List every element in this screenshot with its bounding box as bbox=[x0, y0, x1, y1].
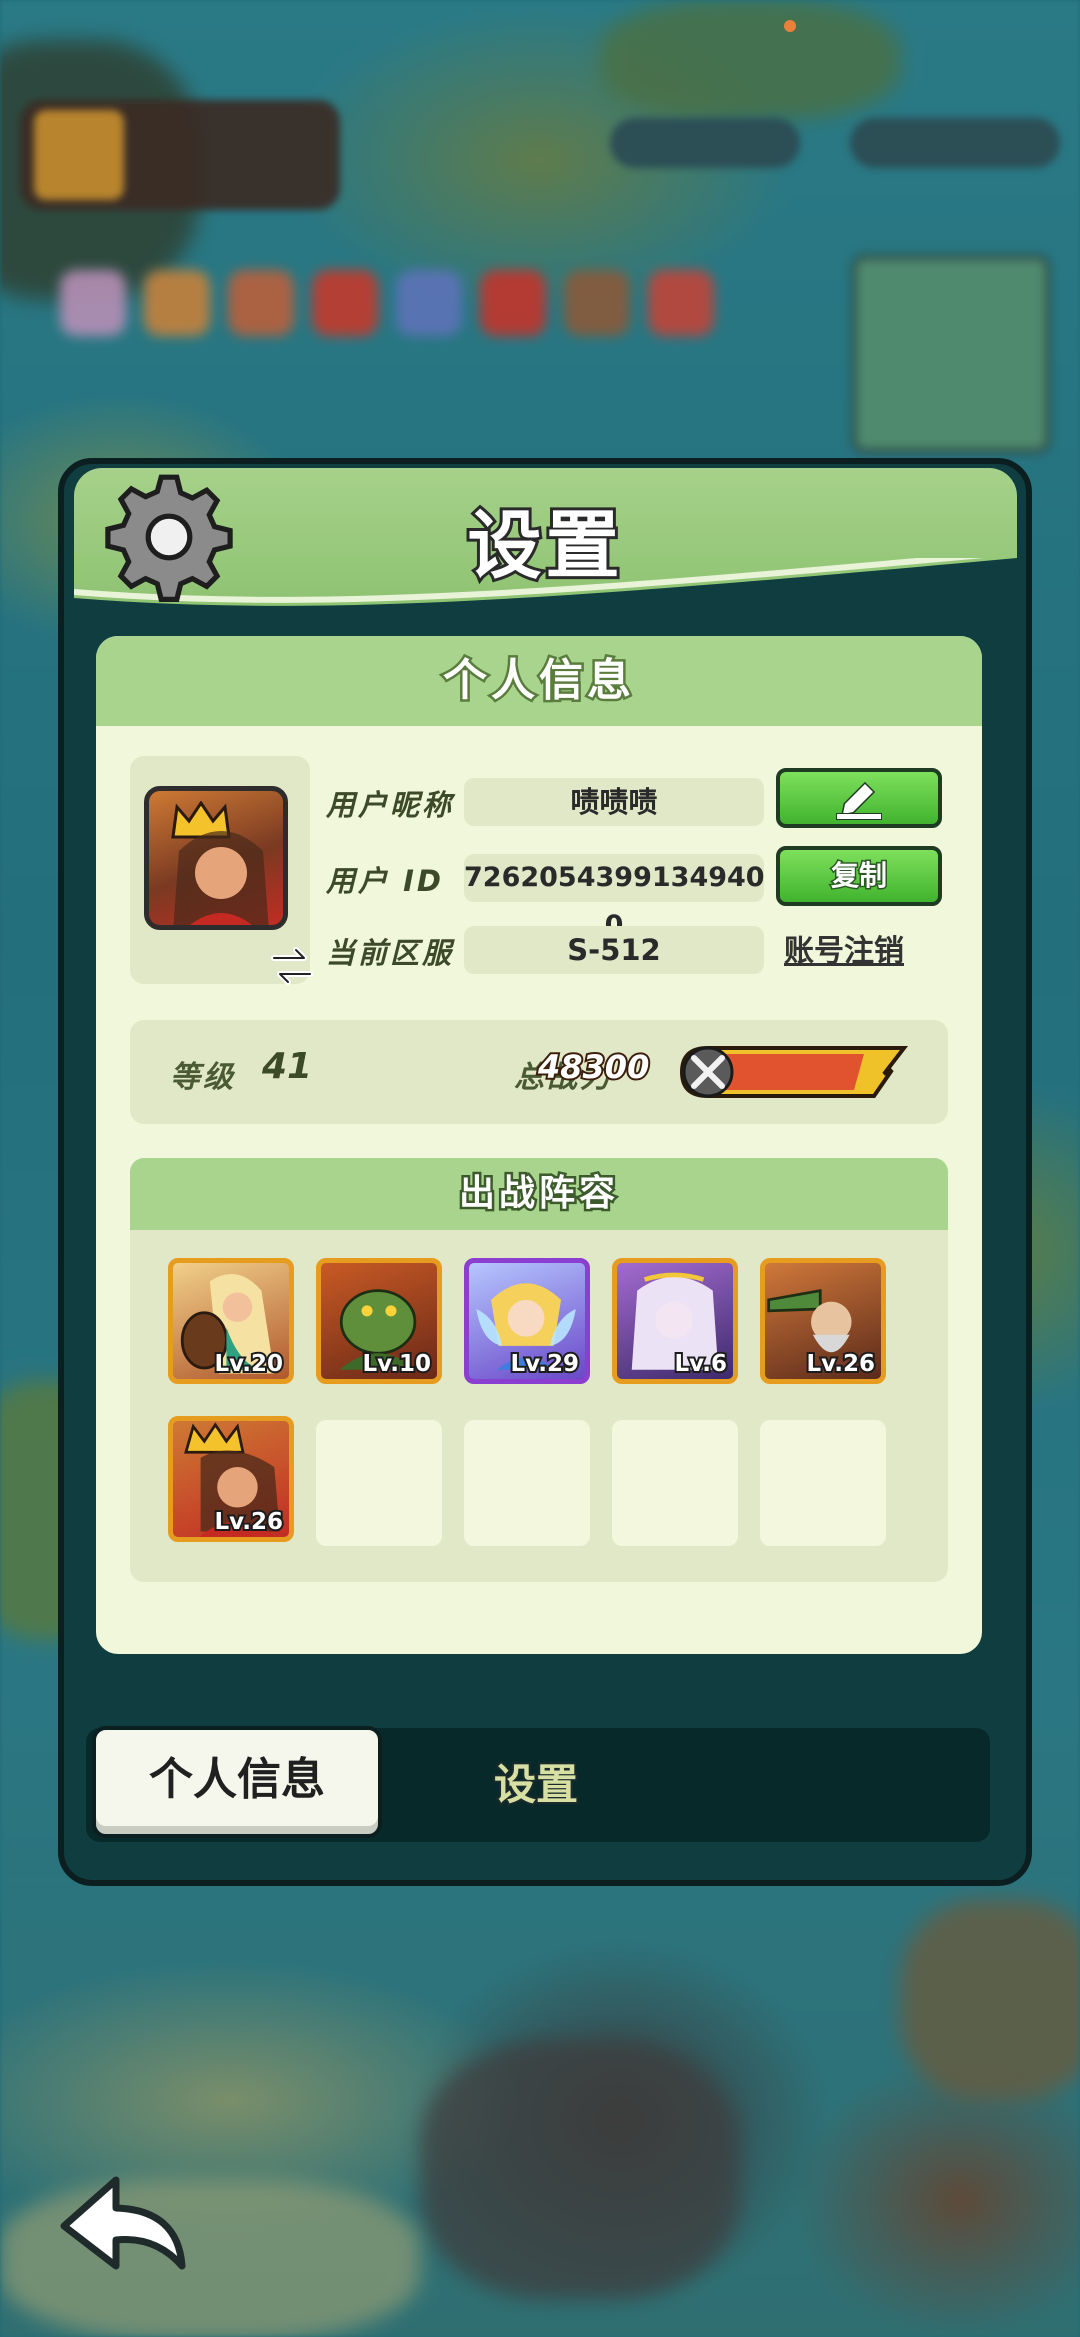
delete-account-link[interactable]: 账号注销 bbox=[784, 926, 904, 970]
nickname-label: 用户昵称 bbox=[326, 788, 455, 822]
tab-personal-info[interactable]: 个人信息 bbox=[92, 1726, 382, 1838]
server-label: 当前区服 bbox=[326, 936, 455, 970]
server-field: S-512 bbox=[464, 926, 764, 974]
hero-portrait bbox=[173, 831, 269, 925]
back-arrow-icon[interactable] bbox=[56, 2170, 196, 2280]
hero-slot[interactable]: Lv.6 bbox=[612, 1258, 738, 1384]
power-value: 48300 bbox=[536, 1046, 651, 1088]
uid-label: 用户 ID bbox=[326, 864, 444, 898]
hero-slot[interactable]: Lv.26 bbox=[760, 1258, 886, 1384]
crossed-swords-icon bbox=[682, 1046, 734, 1098]
status-dot bbox=[784, 20, 796, 32]
resource-bar-blurred bbox=[610, 118, 800, 168]
empty-hero-slot[interactable] bbox=[464, 1420, 590, 1546]
hero-level: Lv.26 bbox=[804, 1349, 877, 1379]
minimap-blurred bbox=[852, 255, 1050, 453]
empty-hero-slot[interactable] bbox=[760, 1420, 886, 1546]
lineup-title: 出战阵容 bbox=[130, 1158, 948, 1230]
hero-slot[interactable]: Lv.20 bbox=[168, 1258, 294, 1384]
personal-info-panel: 个人信息 用户昵称 啧啧啧 用户 ID 7262054399134940​0 复… bbox=[96, 636, 982, 1654]
panel-title: 个人信息 bbox=[96, 636, 982, 726]
modal-header: 设置 bbox=[74, 468, 1017, 618]
hero-slot[interactable]: Lv.10 bbox=[316, 1258, 442, 1384]
hero-level: Lv.10 bbox=[360, 1349, 433, 1379]
stats-bar: 等级 41 总战力 48300 bbox=[130, 1020, 948, 1124]
empty-hero-slot[interactable] bbox=[612, 1420, 738, 1546]
player-hud-blurred bbox=[20, 100, 340, 210]
battle-lineup: 出战阵容 Lv.20 Lv.10 Lv.29 Lv.6 Lv.26 Lv.26 bbox=[130, 1158, 948, 1582]
hero-slot[interactable]: Lv.26 bbox=[168, 1416, 294, 1542]
avatar[interactable] bbox=[144, 786, 288, 930]
pencil-icon bbox=[836, 781, 882, 820]
level-label: 等级 bbox=[170, 1060, 236, 1095]
tab-bar: 个人信息 设置 bbox=[86, 1726, 990, 1842]
hero-level: Lv.29 bbox=[508, 1349, 581, 1379]
modal-title: 设置 bbox=[465, 500, 624, 592]
level-value: 41 bbox=[262, 1046, 313, 1087]
uid-field: 7262054399134940​0 bbox=[464, 854, 765, 941]
avatar-frame bbox=[130, 756, 313, 985]
hero-slot[interactable]: Lv.29 bbox=[464, 1258, 590, 1384]
swap-icon[interactable] bbox=[268, 942, 316, 990]
nickname-field: 啧啧啧 bbox=[464, 778, 764, 826]
tab-settings[interactable]: 设置 bbox=[386, 1728, 686, 1842]
hero-level: Lv.20 bbox=[212, 1349, 285, 1379]
hero-level: Lv.26 bbox=[212, 1507, 285, 1537]
hero-level: Lv.6 bbox=[673, 1349, 729, 1379]
resource-bar-blurred bbox=[850, 118, 1060, 168]
copy-uid-button[interactable]: 复制 bbox=[776, 846, 942, 906]
empty-hero-slot[interactable] bbox=[316, 1420, 442, 1546]
hud-icons-blurred bbox=[60, 270, 714, 336]
power-badge bbox=[679, 1046, 909, 1098]
edit-nickname-button[interactable] bbox=[776, 768, 942, 828]
